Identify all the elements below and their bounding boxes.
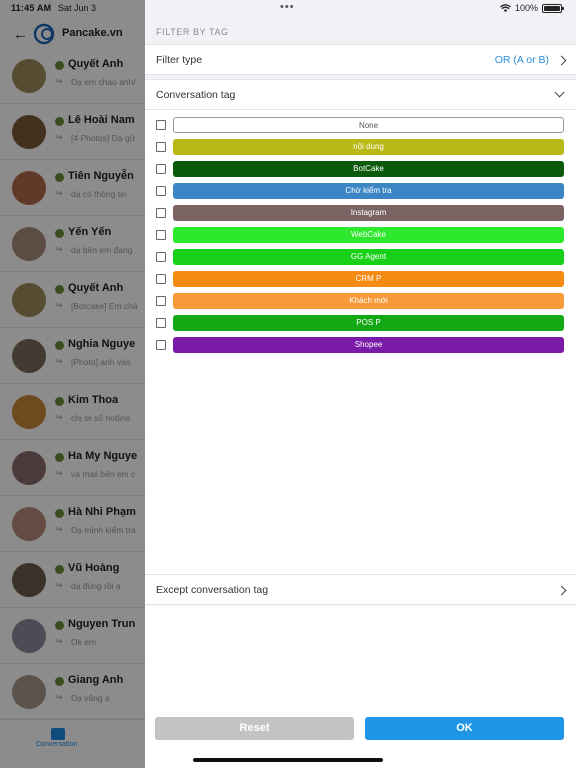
- multitask-dots-icon[interactable]: •••: [280, 1, 295, 13]
- tag-row[interactable]: Shopee: [145, 334, 576, 356]
- tag-row[interactable]: nội dung: [145, 136, 576, 158]
- tag-row[interactable]: BotCake: [145, 158, 576, 180]
- tag-row[interactable]: Khách mới: [145, 290, 576, 312]
- tag-row[interactable]: GG Agent: [145, 246, 576, 268]
- wifi-icon: [499, 3, 511, 12]
- filter-type-row[interactable]: Filter type OR (A or B): [145, 44, 576, 75]
- tag-chip[interactable]: Khách mới: [173, 293, 564, 309]
- home-indicator[interactable]: [193, 758, 383, 762]
- footer-area: [145, 606, 576, 768]
- tag-checkbox[interactable]: [156, 274, 166, 284]
- tag-row[interactable]: Instagram: [145, 202, 576, 224]
- tag-chip[interactable]: Chờ kiểm tra: [173, 183, 564, 199]
- tag-chip[interactable]: BotCake: [173, 161, 564, 177]
- chevron-right-icon: [556, 55, 567, 66]
- tag-checkbox[interactable]: [156, 230, 166, 240]
- except-tag-row[interactable]: Except conversation tag: [145, 574, 576, 605]
- status-indicators: 100%: [499, 3, 564, 13]
- tag-checkbox[interactable]: [156, 340, 166, 350]
- tag-chip[interactable]: Instagram: [173, 205, 564, 221]
- tag-checkbox[interactable]: [156, 252, 166, 262]
- tag-checkbox[interactable]: [156, 186, 166, 196]
- tag-chip[interactable]: None: [173, 117, 564, 133]
- panel-title: FILTER BY TAG: [156, 27, 229, 37]
- tag-row[interactable]: POS P: [145, 312, 576, 334]
- tag-checkbox[interactable]: [156, 164, 166, 174]
- tag-chip[interactable]: Shopee: [173, 337, 564, 353]
- tag-list: None nội dung BotCake Chờ kiểm tra Instagram…: [145, 110, 576, 574]
- tag-checkbox[interactable]: [156, 296, 166, 306]
- tag-row[interactable]: WebCake: [145, 224, 576, 246]
- chevron-down-icon[interactable]: [554, 87, 565, 98]
- tag-checkbox[interactable]: [156, 318, 166, 328]
- tag-chip[interactable]: CRM P: [173, 271, 564, 287]
- tag-row[interactable]: CRM P: [145, 268, 576, 290]
- tag-checkbox[interactable]: [156, 120, 166, 130]
- conversation-tag-row[interactable]: Conversation tag: [145, 79, 576, 110]
- tag-chip[interactable]: POS P: [173, 315, 564, 331]
- conversation-tag-label: Conversation tag: [156, 89, 236, 101]
- tag-chip[interactable]: nội dung: [173, 139, 564, 155]
- tag-row[interactable]: None: [145, 114, 576, 136]
- chevron-right-icon: [556, 585, 567, 596]
- filter-type-value[interactable]: OR (A or B): [495, 54, 549, 66]
- tag-chip[interactable]: GG Agent: [173, 249, 564, 265]
- filter-panel: ••• 100% FILTER BY TAG Filter type OR (A…: [145, 0, 576, 768]
- tag-checkbox[interactable]: [156, 142, 166, 152]
- tag-checkbox[interactable]: [156, 208, 166, 218]
- battery-percent: 100%: [514, 3, 538, 13]
- battery-icon: [542, 3, 564, 13]
- except-tag-label: Except conversation tag: [156, 584, 269, 596]
- reset-button[interactable]: Reset: [155, 717, 354, 740]
- ok-button[interactable]: OK: [365, 717, 564, 740]
- filter-type-label: Filter type: [156, 54, 203, 66]
- tag-row[interactable]: Chờ kiểm tra: [145, 180, 576, 202]
- panel-top-bar: ••• 100%: [145, 0, 576, 16]
- tag-chip[interactable]: WebCake: [173, 227, 564, 243]
